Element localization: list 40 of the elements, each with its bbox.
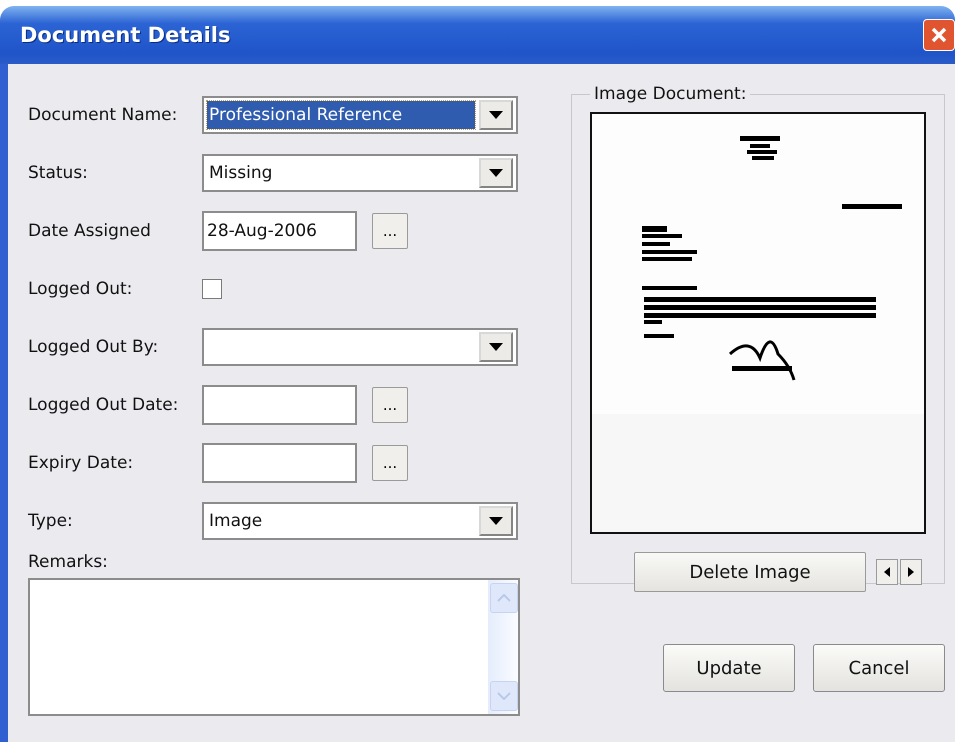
dropdown-button[interactable] xyxy=(479,506,513,536)
remarks-label: Remarks: xyxy=(28,552,109,572)
field-label: Expiry Date: xyxy=(28,453,134,473)
dropdown-button[interactable] xyxy=(479,158,513,188)
close-icon xyxy=(930,26,948,44)
next-button[interactable] xyxy=(900,559,922,585)
date-field[interactable]: 28-Aug-2006 xyxy=(202,211,357,251)
dialog-button[interactable]: Cancel xyxy=(813,644,945,692)
right-arrow-icon xyxy=(908,567,914,577)
field-label: Logged Out By: xyxy=(28,337,160,357)
dropdown-arrow-icon xyxy=(489,517,503,525)
window-title: Document Details xyxy=(20,23,230,47)
field-label: Logged Out: xyxy=(28,279,134,299)
checkbox[interactable] xyxy=(202,279,222,299)
remarks-field[interactable] xyxy=(28,578,520,716)
dropdown-field[interactable]: Missing xyxy=(202,154,518,192)
field-label: Type: xyxy=(28,511,74,531)
date-picker-button[interactable]: ... xyxy=(372,387,408,423)
date-picker-button[interactable]: ... xyxy=(372,213,408,249)
dropdown-field[interactable]: Image xyxy=(202,502,518,540)
delete-image-button[interactable]: Delete Image xyxy=(634,552,866,592)
field-label: Status: xyxy=(28,163,89,183)
field-label: Logged Out Date: xyxy=(28,395,180,415)
dropdown-button[interactable] xyxy=(479,332,513,362)
dropdown-field[interactable]: Professional Reference xyxy=(202,96,518,134)
dialog-button[interactable]: Update xyxy=(663,644,795,692)
dropdown-field[interactable] xyxy=(202,328,518,366)
previous-button[interactable] xyxy=(876,559,898,585)
date-field[interactable] xyxy=(202,443,357,483)
dropdown-arrow-icon xyxy=(489,343,503,351)
field-label: Date Assigned xyxy=(28,221,152,241)
date-field[interactable] xyxy=(202,385,357,425)
left-arrow-icon xyxy=(884,567,890,577)
dropdown-button[interactable] xyxy=(479,100,513,130)
dropdown-arrow-icon xyxy=(489,111,503,119)
group-title: Image Document: xyxy=(593,84,748,104)
date-picker-button[interactable]: ... xyxy=(372,445,408,481)
close-button[interactable] xyxy=(923,19,955,51)
dropdown-arrow-icon xyxy=(489,169,503,177)
field-label: Document Name: xyxy=(28,105,178,125)
